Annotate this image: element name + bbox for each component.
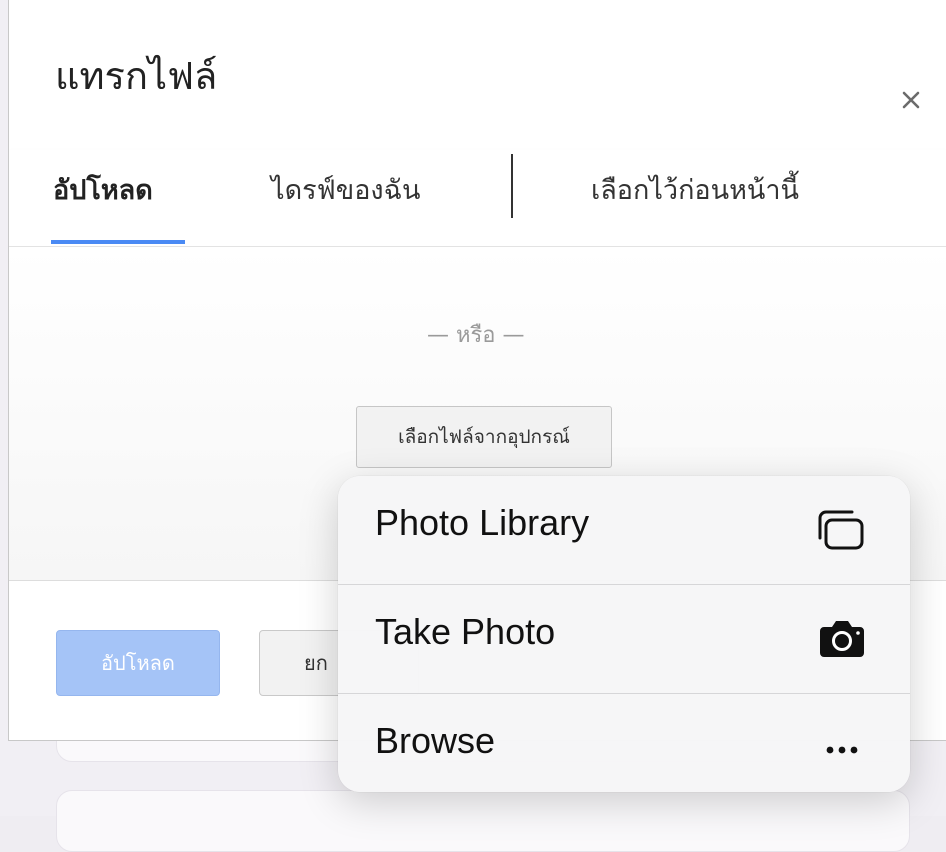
more-icon <box>826 746 858 754</box>
camera-icon <box>820 621 864 657</box>
tab-divider <box>511 154 513 218</box>
menu-item-photo-library[interactable]: Photo Library <box>338 476 910 584</box>
tab-my-drive[interactable]: ไดรฟ์ของฉัน <box>271 168 420 211</box>
file-source-menu: Photo Library Take Photo Browse <box>338 476 910 792</box>
tab-recent[interactable]: เลือกไว้ก่อนหน้านี้ <box>591 168 799 211</box>
menu-item-label: Photo Library <box>375 502 590 543</box>
tab-bar: อัปโหลด ไดรฟ์ของฉัน เลือกไว้ก่อนหน้านี้ <box>9 150 946 247</box>
menu-item-label: Browse <box>375 720 496 761</box>
upload-button[interactable]: อัปโหลด <box>56 630 220 696</box>
or-divider-label: — หรือ — <box>427 323 525 348</box>
menu-item-take-photo[interactable]: Take Photo <box>338 585 910 693</box>
drag-drop-text-clipped <box>299 247 699 267</box>
dialog-title: แทรกไฟล์ <box>55 54 218 98</box>
choose-file-button[interactable]: เลือกไฟล์จากอุปกรณ์ <box>356 406 612 468</box>
close-icon <box>902 91 920 109</box>
background-card <box>56 790 910 852</box>
menu-item-label: Take Photo <box>375 611 556 652</box>
close-button[interactable] <box>895 84 927 116</box>
menu-item-browse[interactable]: Browse <box>338 694 910 792</box>
tab-upload[interactable]: อัปโหลด <box>53 168 153 211</box>
photo-library-icon <box>818 510 864 550</box>
active-tab-indicator <box>51 240 185 244</box>
